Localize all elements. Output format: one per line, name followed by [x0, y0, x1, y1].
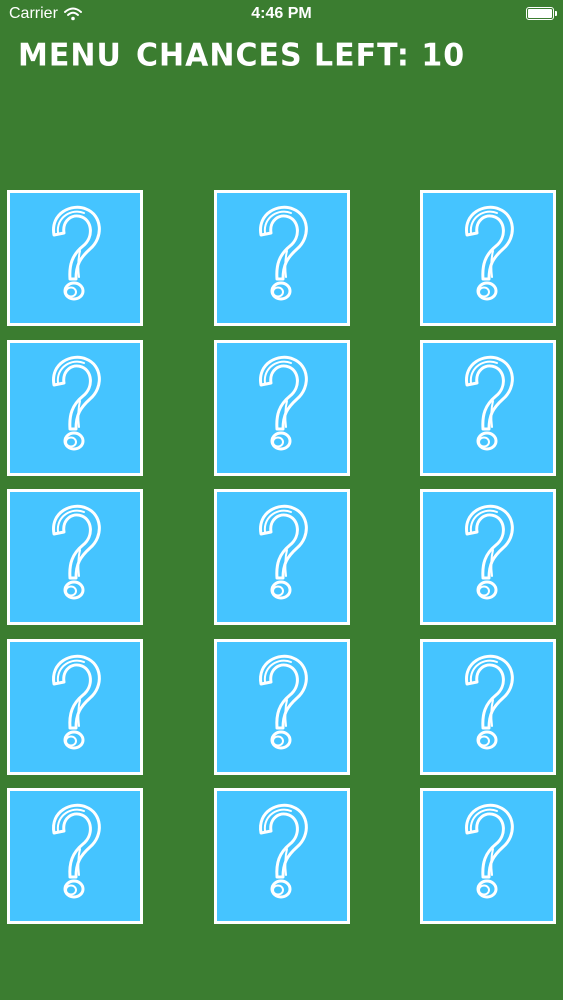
question-mark-icon — [52, 205, 101, 301]
battery-nub — [555, 11, 557, 16]
question-mark-icon — [52, 654, 101, 750]
memory-card-7[interactable] — [7, 489, 143, 625]
memory-card-13[interactable] — [7, 788, 143, 924]
memory-card-8[interactable] — [214, 489, 350, 625]
question-mark-icon — [259, 205, 308, 301]
question-mark-icon — [259, 654, 308, 750]
question-mark-icon — [465, 355, 514, 451]
battery-icon — [526, 7, 557, 20]
memory-card-15[interactable] — [420, 788, 556, 924]
memory-card-11[interactable] — [214, 639, 350, 775]
memory-card-6[interactable] — [420, 340, 556, 476]
memory-card-5[interactable] — [214, 340, 350, 476]
chances-left-label: CHANCES LEFT: 10 — [136, 37, 466, 74]
question-mark-icon — [465, 654, 514, 750]
question-mark-icon — [259, 355, 308, 451]
memory-card-2[interactable] — [214, 190, 350, 326]
memory-card-1[interactable] — [7, 190, 143, 326]
question-mark-icon — [52, 504, 101, 600]
card-grid — [7, 190, 556, 924]
status-time: 4:46 PM — [251, 5, 312, 22]
memory-card-9[interactable] — [420, 489, 556, 625]
game-header: MENU CHANCES LEFT: 10 — [0, 36, 563, 80]
question-mark-icon — [465, 803, 514, 899]
memory-card-10[interactable] — [7, 639, 143, 775]
memory-card-14[interactable] — [214, 788, 350, 924]
question-mark-icon — [465, 504, 514, 600]
question-mark-icon — [52, 803, 101, 899]
question-mark-icon — [52, 355, 101, 451]
battery-fill — [528, 9, 552, 18]
question-mark-icon — [465, 205, 514, 301]
menu-button[interactable]: MENU — [18, 37, 122, 74]
memory-card-12[interactable] — [420, 639, 556, 775]
question-mark-icon — [259, 803, 308, 899]
status-bar: Carrier 4:46 PM — [0, 0, 563, 30]
memory-card-3[interactable] — [420, 190, 556, 326]
question-mark-icon — [259, 504, 308, 600]
memory-card-4[interactable] — [7, 340, 143, 476]
